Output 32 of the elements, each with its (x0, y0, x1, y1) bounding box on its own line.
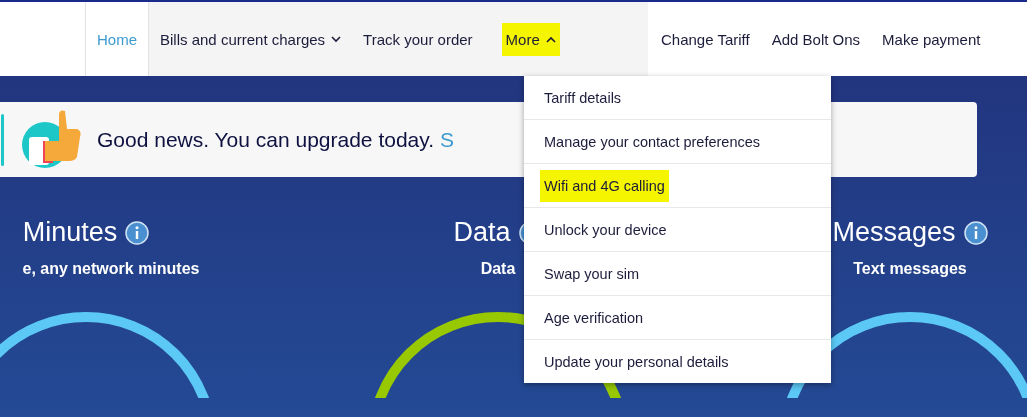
menu-item[interactable]: Update your personal details (524, 340, 831, 383)
nav-link[interactable]: Add Bolt Ons (760, 30, 872, 48)
highlighter-mark: Update your personal details (544, 352, 729, 372)
thumbs-up-icon (19, 108, 81, 171)
nav-tab[interactable]: Track your order (352, 2, 484, 76)
highlighter-mark: Unlock your device (544, 220, 667, 240)
menu-item[interactable]: Unlock your device (524, 208, 831, 252)
nav-link[interactable]: Make payment (871, 30, 992, 48)
allowance-subtitle: Text messages (853, 260, 967, 278)
nav-tab[interactable]: More (483, 2, 578, 76)
info-icon[interactable] (963, 220, 988, 245)
menu-item[interactable]: Age verification (524, 296, 831, 340)
highlighter-mark: Home (97, 29, 137, 50)
nav-tab[interactable]: Bills and current charges (149, 2, 353, 76)
highlighter-mark: Manage your contact preferences (544, 132, 760, 152)
allowance-subtitle: Data (480, 260, 516, 278)
menu-item[interactable]: Tariff details (524, 76, 831, 120)
allowance-title: Messages (832, 217, 956, 248)
info-icon[interactable] (125, 220, 150, 245)
highlighter-mark: Track your order (363, 29, 473, 50)
highlighter-mark: Swap your sim (544, 264, 640, 284)
highlighter-mark: Tariff details (544, 88, 622, 108)
menu-item[interactable]: Manage your contact preferences (524, 120, 831, 164)
highlighter-mark: Age verification (544, 308, 644, 328)
allowance-subtitle: e, any network minutes (22, 260, 200, 278)
allowance-title: Data (453, 217, 511, 248)
menu-item[interactable]: Wifi and 4G calling (524, 164, 831, 208)
highlighter-mark: Bills and current charges (160, 26, 342, 52)
banner-text: Good news. You can upgrade today. (97, 127, 435, 152)
nav-link[interactable]: Change Tariff (650, 30, 761, 48)
allowance-title: Minutes (22, 217, 118, 248)
menu-item[interactable]: Swap your sim (524, 252, 831, 296)
